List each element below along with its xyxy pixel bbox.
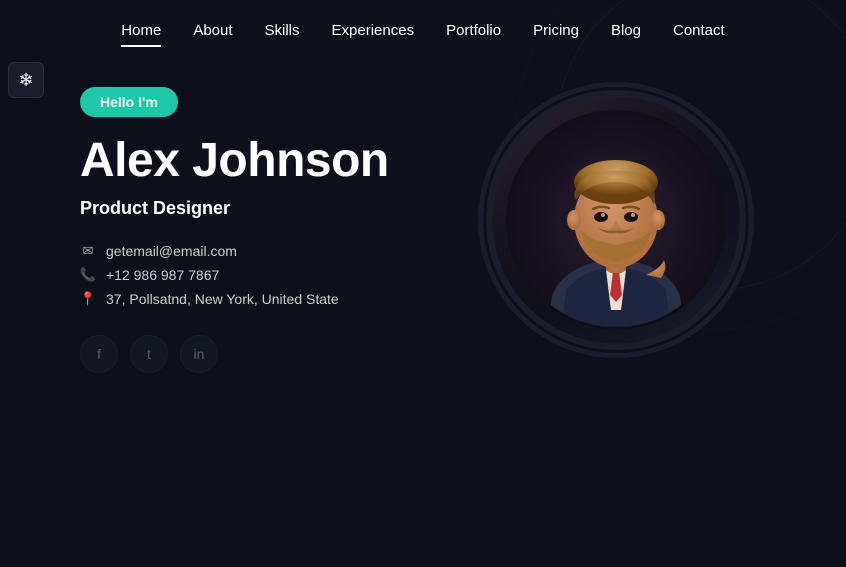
social-twitter[interactable]: t [130,335,168,373]
address-item: 📍 37, Pollsatnd, New York, United State [80,291,389,307]
profile-avatar-svg [506,110,726,330]
nav-pricing[interactable]: Pricing [533,18,579,43]
social-buttons: f t in [80,335,389,373]
hero-name: Alex Johnson [80,135,389,188]
email-icon: ✉ [80,243,96,259]
address-text: 37, Pollsatnd, New York, United State [106,291,339,307]
nav-home[interactable]: Home [121,18,161,43]
nav-portfolio[interactable]: Portfolio [446,18,501,43]
hero-section: Hello I'm Alex Johnson Product Designer … [0,57,846,373]
hero-job-title: Product Designer [80,198,389,219]
location-icon: 📍 [80,291,96,307]
profile-circle-inner [492,96,740,344]
contact-info: ✉ getemail@email.com 📞 +12 986 987 7867 … [80,243,389,307]
email-item: ✉ getemail@email.com [80,243,389,259]
social-facebook[interactable]: f [80,335,118,373]
phone-icon: 📞 [80,267,96,283]
profile-circle [486,90,746,350]
nav-contact[interactable]: Contact [673,18,725,43]
nav-skills[interactable]: Skills [265,18,300,43]
snowflake-icon: ❄ [18,70,33,91]
social-linkedin[interactable]: in [180,335,218,373]
profile-image-container [486,90,766,370]
phone-item: 📞 +12 986 987 7867 [80,267,389,283]
nav-about[interactable]: About [193,18,232,43]
main-nav: Home About Skills Experiences Portfolio … [0,0,846,57]
email-text: getemail@email.com [106,243,237,259]
bottom-fade [0,467,846,567]
snowflake-button[interactable]: ❄ [8,62,44,98]
nav-blog[interactable]: Blog [611,18,641,43]
phone-text: +12 986 987 7867 [106,267,219,283]
hello-badge[interactable]: Hello I'm [80,87,178,117]
hero-left: Hello I'm Alex Johnson Product Designer … [80,87,389,373]
nav-experiences[interactable]: Experiences [332,18,415,43]
